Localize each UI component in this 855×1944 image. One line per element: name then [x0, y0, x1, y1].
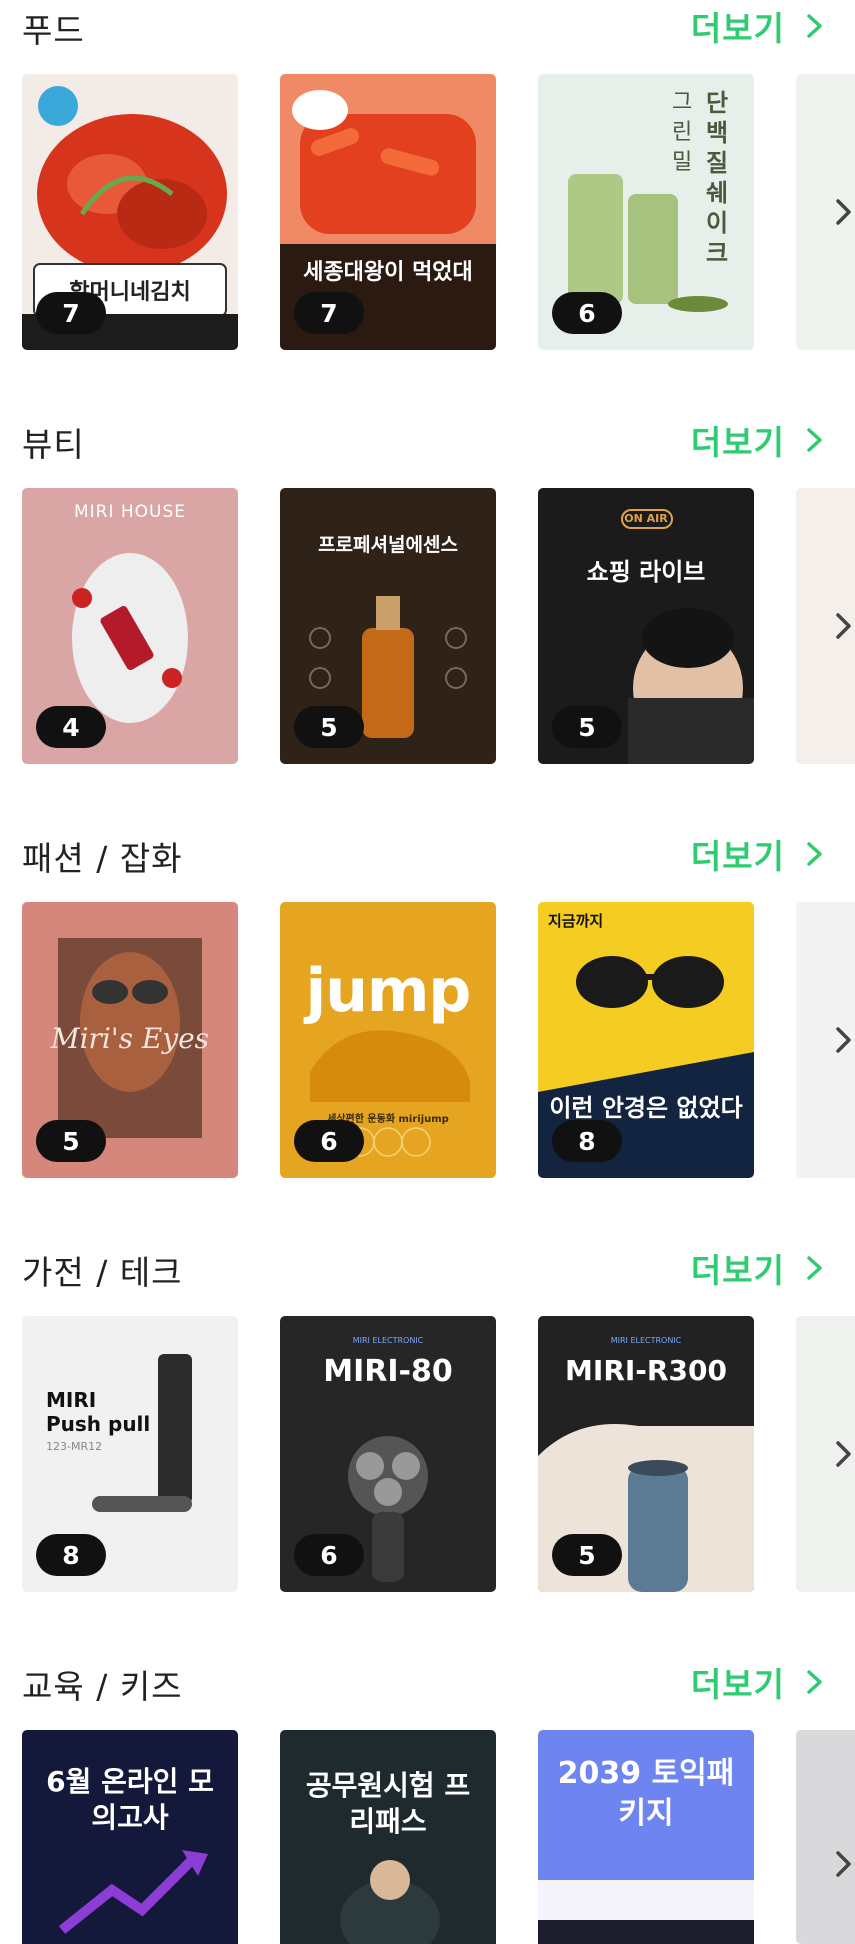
template-card[interactable]: jump 세상편한 운동화 mirijump 6	[280, 902, 496, 1178]
section-title: 가전 / 테크	[22, 1253, 183, 1292]
card-subcaption: 123-MR12	[46, 1440, 103, 1453]
template-card[interactable]: ON AIR 쇼핑 라이브 5	[538, 488, 754, 764]
more-button[interactable]: 더보기	[691, 2, 825, 50]
page-count-badge: 7	[294, 292, 364, 334]
card-caption: 세종대왕이 먹었대	[303, 260, 473, 285]
chevron-right-icon	[807, 842, 822, 866]
more-button[interactable]: 더보기	[691, 1244, 825, 1292]
card-caption: 2039 토익패키지	[557, 1756, 735, 1831]
template-card[interactable]: MIRI ELECTRONIC MIRI-R300 5	[538, 1316, 754, 1592]
template-card[interactable]: 6월 온라인 모의고사	[22, 1730, 238, 1944]
card-row: 6월 온라인 모의고사 공무원시험 프리패스 2039 토익패키지	[22, 1730, 855, 1944]
page-count-badge: 5	[552, 1534, 622, 1576]
section-food: 푸드 더보기 할머니네김치 7 세종대왕이 먹었대 7 단백질쉐이크 그린밀 6	[0, 0, 855, 412]
page-count-badge: 8	[552, 1120, 622, 1162]
template-card[interactable]: Miri's Eyes 5	[22, 902, 238, 1178]
card-row: MIRI HOUSE 4 프로페셔널에센스 5 ON AIR 쇼핑 라이브 5	[22, 488, 855, 764]
page-count-badge: 6	[294, 1534, 364, 1576]
chevron-right-icon	[807, 14, 822, 38]
section-education: 교육 / 키즈 더보기 6월 온라인 모의고사 공무원시험 프리패스 2039 …	[0, 1656, 855, 1944]
card-subcaption: MIRI ELECTRONIC	[352, 1336, 424, 1345]
page-count-badge: 4	[36, 706, 106, 748]
chevron-right-icon[interactable]	[834, 1438, 854, 1470]
section-title: 푸드	[22, 11, 85, 50]
chevron-right-icon[interactable]	[834, 1848, 854, 1880]
card-subcaption: 지금까지	[548, 912, 604, 930]
page-count-badge: 6	[294, 1120, 364, 1162]
more-button[interactable]: 더보기	[691, 416, 825, 464]
card-caption: MIRI Push pull	[46, 1388, 151, 1436]
more-label: 더보기	[690, 9, 785, 48]
template-card[interactable]: MIRI HOUSE 4	[22, 488, 238, 764]
section-title: 교육 / 키즈	[22, 1667, 183, 1706]
section-title: 뷰티	[22, 425, 85, 464]
card-row: Miri's Eyes 5 jump 세상편한 운동화 mirijump 6 지…	[22, 902, 855, 1178]
page-count-badge: 8	[36, 1534, 106, 1576]
card-caption: MIRI-80	[323, 1354, 453, 1389]
chevron-right-icon	[807, 1256, 822, 1280]
card-subcaption: MIRI ELECTRONIC	[610, 1336, 682, 1345]
chevron-right-icon	[807, 428, 822, 452]
template-card[interactable]: 할머니네김치 7	[22, 74, 238, 350]
card-caption: 쇼핑 라이브	[586, 558, 706, 586]
page-count-badge: 5	[552, 706, 622, 748]
card-caption: jump	[305, 956, 472, 1026]
card-caption: 공무원시험 프리패스	[305, 1769, 471, 1838]
page-count-badge: 5	[294, 706, 364, 748]
section-beauty: 뷰티 더보기 MIRI HOUSE 4 프로페셔널에센스 5 ON AIR 쇼핑…	[0, 414, 855, 826]
card-thumbnail	[22, 1730, 238, 1944]
section-electronics: 가전 / 테크 더보기 MIRI Push pull 123-MR12 8 MI…	[0, 1242, 855, 1654]
card-subcaption: 그린밀	[672, 90, 693, 175]
template-card[interactable]: 공무원시험 프리패스	[280, 1730, 496, 1944]
page-count-badge: 5	[36, 1120, 106, 1162]
chevron-right-icon	[807, 1670, 822, 1694]
template-card[interactable]: 지금까지 이런 안경은 없었다 8	[538, 902, 754, 1178]
page-count-badge: 6	[552, 292, 622, 334]
page-count-badge: 7	[36, 292, 106, 334]
more-label: 더보기	[690, 1251, 785, 1290]
card-caption: 6월 온라인 모의고사	[46, 1765, 214, 1834]
more-label: 더보기	[690, 423, 785, 462]
next-card-peek[interactable]	[796, 1730, 855, 1944]
template-card[interactable]: 프로페셔널에센스 5	[280, 488, 496, 764]
template-card[interactable]: MIRI ELECTRONIC MIRI-80 6	[280, 1316, 496, 1592]
more-button[interactable]: 더보기	[691, 1658, 825, 1706]
chevron-right-icon[interactable]	[834, 196, 854, 228]
more-label: 더보기	[690, 1665, 785, 1704]
card-caption: MIRI HOUSE	[73, 502, 187, 522]
chevron-right-icon[interactable]	[834, 1024, 854, 1056]
template-card[interactable]: MIRI Push pull 123-MR12 8	[22, 1316, 238, 1592]
card-row: MIRI Push pull 123-MR12 8 MIRI ELECTRONI…	[22, 1316, 855, 1592]
card-caption: 프로페셔널에센스	[318, 534, 458, 556]
section-title: 패션 / 잡화	[22, 839, 183, 878]
template-card[interactable]: 단백질쉐이크 그린밀 6	[538, 74, 754, 350]
section-fashion: 패션 / 잡화 더보기 Miri's Eyes 5 jump 세상편한 운동화 …	[0, 828, 855, 1240]
more-label: 더보기	[690, 837, 785, 876]
card-row: 할머니네김치 7 세종대왕이 먹었대 7 단백질쉐이크 그린밀 6	[22, 74, 855, 350]
card-caption: 이런 안경은 없었다	[549, 1094, 743, 1122]
card-subcaption: ON AIR	[624, 512, 668, 525]
card-caption: 단백질쉐이크	[706, 89, 729, 267]
template-card[interactable]: 2039 토익패키지	[538, 1730, 754, 1944]
card-caption: Miri's Eyes	[50, 1022, 210, 1055]
template-card[interactable]: 세종대왕이 먹었대 7	[280, 74, 496, 350]
chevron-right-icon[interactable]	[834, 610, 854, 642]
more-button[interactable]: 더보기	[691, 830, 825, 878]
card-caption: MIRI-R300	[565, 1354, 727, 1387]
